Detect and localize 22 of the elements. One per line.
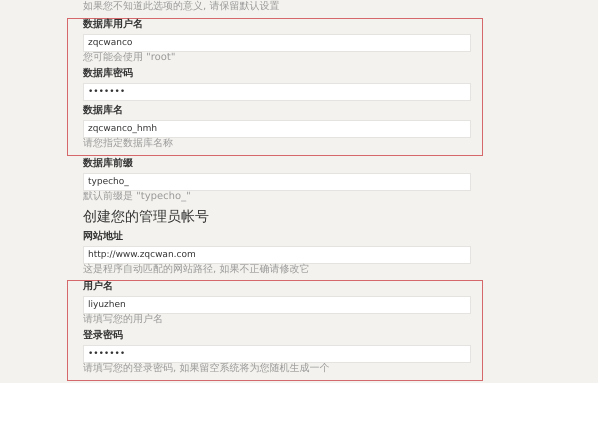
field-label: 数据库名 xyxy=(83,105,124,117)
hint-text: 请您指定数据库名称 xyxy=(83,138,174,150)
field-label: 用户名 xyxy=(83,281,114,293)
input-field[interactable]: zqcwanco xyxy=(83,34,471,52)
hint-text: 如果您不知道此选项的意义, 请保留默认设置 xyxy=(83,1,280,13)
input-field[interactable]: typecho_ xyxy=(83,173,471,191)
section-heading: 创建您的管理员帐号 xyxy=(83,208,210,227)
input-field[interactable]: zqcwanco_hmh xyxy=(83,120,471,138)
hint-text: 请填写您的用户名 xyxy=(83,314,164,326)
field-label: 数据库用户名 xyxy=(83,19,144,31)
hint-text: 您可能会使用 "root" xyxy=(83,52,176,64)
input-field[interactable]: http://www.zqcwan.com xyxy=(83,246,471,264)
hint-text: 默认前缀是 "typecho_" xyxy=(83,191,192,203)
input-field[interactable]: ••••••• xyxy=(83,345,471,363)
field-label: 数据库密码 xyxy=(83,68,134,80)
input-field[interactable]: liyuzhen xyxy=(83,296,471,314)
field-label: 登录密码 xyxy=(83,330,124,342)
hint-text: 这是程序自动匹配的网站路径, 如果不正确请修改它 xyxy=(83,264,310,276)
field-label: 网站地址 xyxy=(83,231,124,243)
input-field[interactable]: ••••••• xyxy=(83,83,471,101)
field-label: 数据库前缀 xyxy=(83,158,134,170)
hint-text: 请填写您的登录密码, 如果留空系统将为您随机生成一个 xyxy=(83,363,330,375)
